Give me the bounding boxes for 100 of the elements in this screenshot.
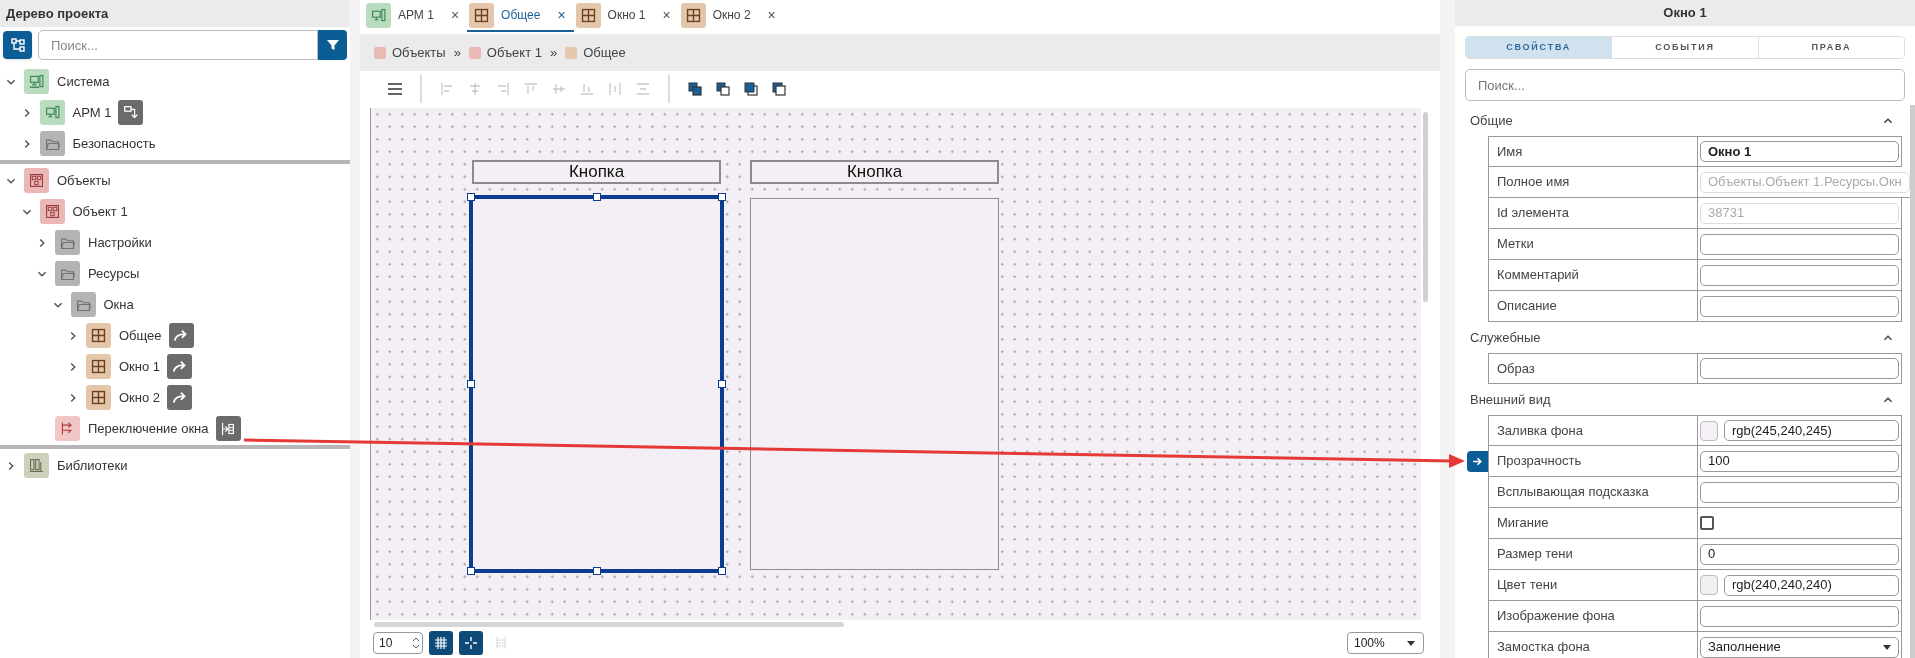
property-field[interactable]: 0 <box>1700 543 1899 565</box>
widget-button[interactable]: Кнопка <box>472 160 721 184</box>
resize-handle[interactable] <box>467 193 475 201</box>
grid-size-field[interactable]: 10 <box>373 632 423 654</box>
widget-button[interactable]: Кнопка <box>750 160 999 184</box>
grid-icon <box>433 635 449 651</box>
property-field: Объекты.Объект 1.Ресурсы.Окн <box>1700 171 1910 193</box>
property-field[interactable] <box>1700 295 1899 317</box>
tab-label: Окно 1 <box>607 7 646 24</box>
property-label: Цвет тени <box>1488 570 1698 601</box>
window-frame[interactable] <box>469 195 724 573</box>
tree-item-label[interactable]: Окно 1 <box>119 356 161 377</box>
spinner-icon[interactable] <box>412 635 420 651</box>
layers-icon <box>742 80 760 98</box>
link-button[interactable] <box>1467 451 1488 472</box>
close-icon[interactable]: × <box>450 4 460 26</box>
breadcrumb-link[interactable]: Общее <box>583 42 626 63</box>
resize-handle[interactable] <box>718 193 726 201</box>
tree-item-label[interactable]: Окна <box>103 294 134 315</box>
hierarchy-icon <box>9 37 26 53</box>
menu-icon <box>386 80 404 98</box>
color-swatch[interactable] <box>1700 575 1718 595</box>
property-field[interactable]: rgb(245,240,245) <box>1724 420 1899 441</box>
tree-item-label[interactable]: Библиотеки <box>57 455 128 476</box>
property-field[interactable]: rgb(240,240,240) <box>1724 574 1899 596</box>
property-label: Заливка фона <box>1488 415 1698 446</box>
editor-tab[interactable]: Окно 2 × <box>678 0 784 32</box>
resize-handle[interactable] <box>467 567 475 575</box>
resize-handle[interactable] <box>467 380 475 388</box>
tree-item-label[interactable]: Объект 1 <box>72 201 128 222</box>
tree-item-label[interactable]: Окно 2 <box>119 387 161 408</box>
action-button[interactable] <box>215 416 241 441</box>
panel-title: Дерево проекта <box>0 0 350 27</box>
section-title: Служебные <box>1470 328 1541 347</box>
caret-down-icon <box>1883 644 1891 650</box>
action-button[interactable] <box>167 354 193 379</box>
search-field[interactable]: Поиск... <box>38 30 318 60</box>
action-button[interactable] <box>167 385 193 410</box>
breadcrumb-link[interactable]: Объекты <box>392 42 446 63</box>
property-label: Размер тени <box>1488 539 1698 570</box>
property-label: Изображение фона <box>1488 601 1698 632</box>
scrollbar-thumb[interactable] <box>374 621 844 627</box>
resize-handle[interactable] <box>718 567 726 575</box>
property-field[interactable] <box>1700 264 1899 286</box>
tree-view-button[interactable] <box>3 31 32 59</box>
resize-handle[interactable] <box>593 567 601 575</box>
filter-button[interactable] <box>318 30 347 60</box>
layers-icon <box>770 80 788 98</box>
property-label: Всплывающая подсказка <box>1488 477 1698 508</box>
tree-item-label[interactable]: Безопасность <box>72 133 156 154</box>
tree-item-label[interactable]: Настройки <box>88 232 152 253</box>
scrollbar-thumb[interactable] <box>1423 112 1428 302</box>
tab-label: Окно 2 <box>712 7 751 24</box>
filter-icon <box>325 38 340 52</box>
property-field[interactable] <box>1700 358 1899 379</box>
action-button[interactable] <box>168 323 194 348</box>
properties-tab[interactable]: СВОЙСТВА <box>1466 37 1612 58</box>
property-field[interactable]: Окно 1 <box>1700 141 1899 162</box>
distribute-horizontal-icon <box>606 80 624 98</box>
editor-tab[interactable]: Общее × <box>467 0 574 32</box>
property-label: Образ <box>1488 353 1698 384</box>
property-field[interactable] <box>1700 233 1899 255</box>
editor-tab[interactable]: АРМ 1 × <box>364 0 468 32</box>
property-label: Имя <box>1488 136 1698 167</box>
close-icon[interactable]: × <box>767 4 776 26</box>
close-icon[interactable]: × <box>662 4 671 26</box>
breadcrumb-link[interactable]: Объект 1 <box>486 42 542 63</box>
property-field[interactable]: 100 <box>1700 450 1899 472</box>
property-field[interactable] <box>1700 605 1899 627</box>
tree-item-label[interactable]: Общее <box>119 325 162 346</box>
property-field[interactable] <box>1700 481 1899 503</box>
tree-item-label[interactable]: АРМ 1 <box>72 102 112 123</box>
distribute-vertical-icon <box>634 80 652 98</box>
tree-item-label[interactable]: Ресурсы <box>88 263 140 284</box>
zoom-select[interactable]: 100% <box>1347 632 1424 654</box>
properties-tab[interactable]: ПРАВА <box>1757 37 1904 58</box>
tab-label: АРМ 1 <box>398 7 434 24</box>
color-swatch[interactable] <box>1700 420 1718 441</box>
editor-tab[interactable]: Окно 1 × <box>573 0 679 32</box>
resize-handle[interactable] <box>718 380 726 388</box>
action-button[interactable] <box>118 100 144 125</box>
section-title: Внешний вид <box>1470 390 1551 409</box>
tree-item-label[interactable]: Переключение окна <box>88 418 209 439</box>
close-icon[interactable]: × <box>557 4 566 26</box>
tree-item-label[interactable]: Объекты <box>57 170 111 191</box>
search-field[interactable]: Поиск... <box>1465 69 1905 101</box>
property-label: Мигание <box>1488 508 1698 539</box>
property-label: Метки <box>1488 229 1698 260</box>
ruler-icon <box>493 635 509 651</box>
tab-label: Общее <box>501 7 541 24</box>
snap-toggle[interactable] <box>459 631 483 655</box>
property-label: Id элемента <box>1488 198 1698 229</box>
property-select[interactable]: Заполнение <box>1700 636 1899 658</box>
property-label: Описание <box>1488 291 1698 322</box>
resize-handle[interactable] <box>593 193 601 201</box>
property-label: Замостка фона <box>1488 632 1698 658</box>
caret-down-icon <box>1407 640 1415 646</box>
grid-toggle[interactable] <box>429 631 453 655</box>
checkbox[interactable] <box>1700 516 1714 530</box>
tree-item-label[interactable]: Система <box>57 71 110 92</box>
